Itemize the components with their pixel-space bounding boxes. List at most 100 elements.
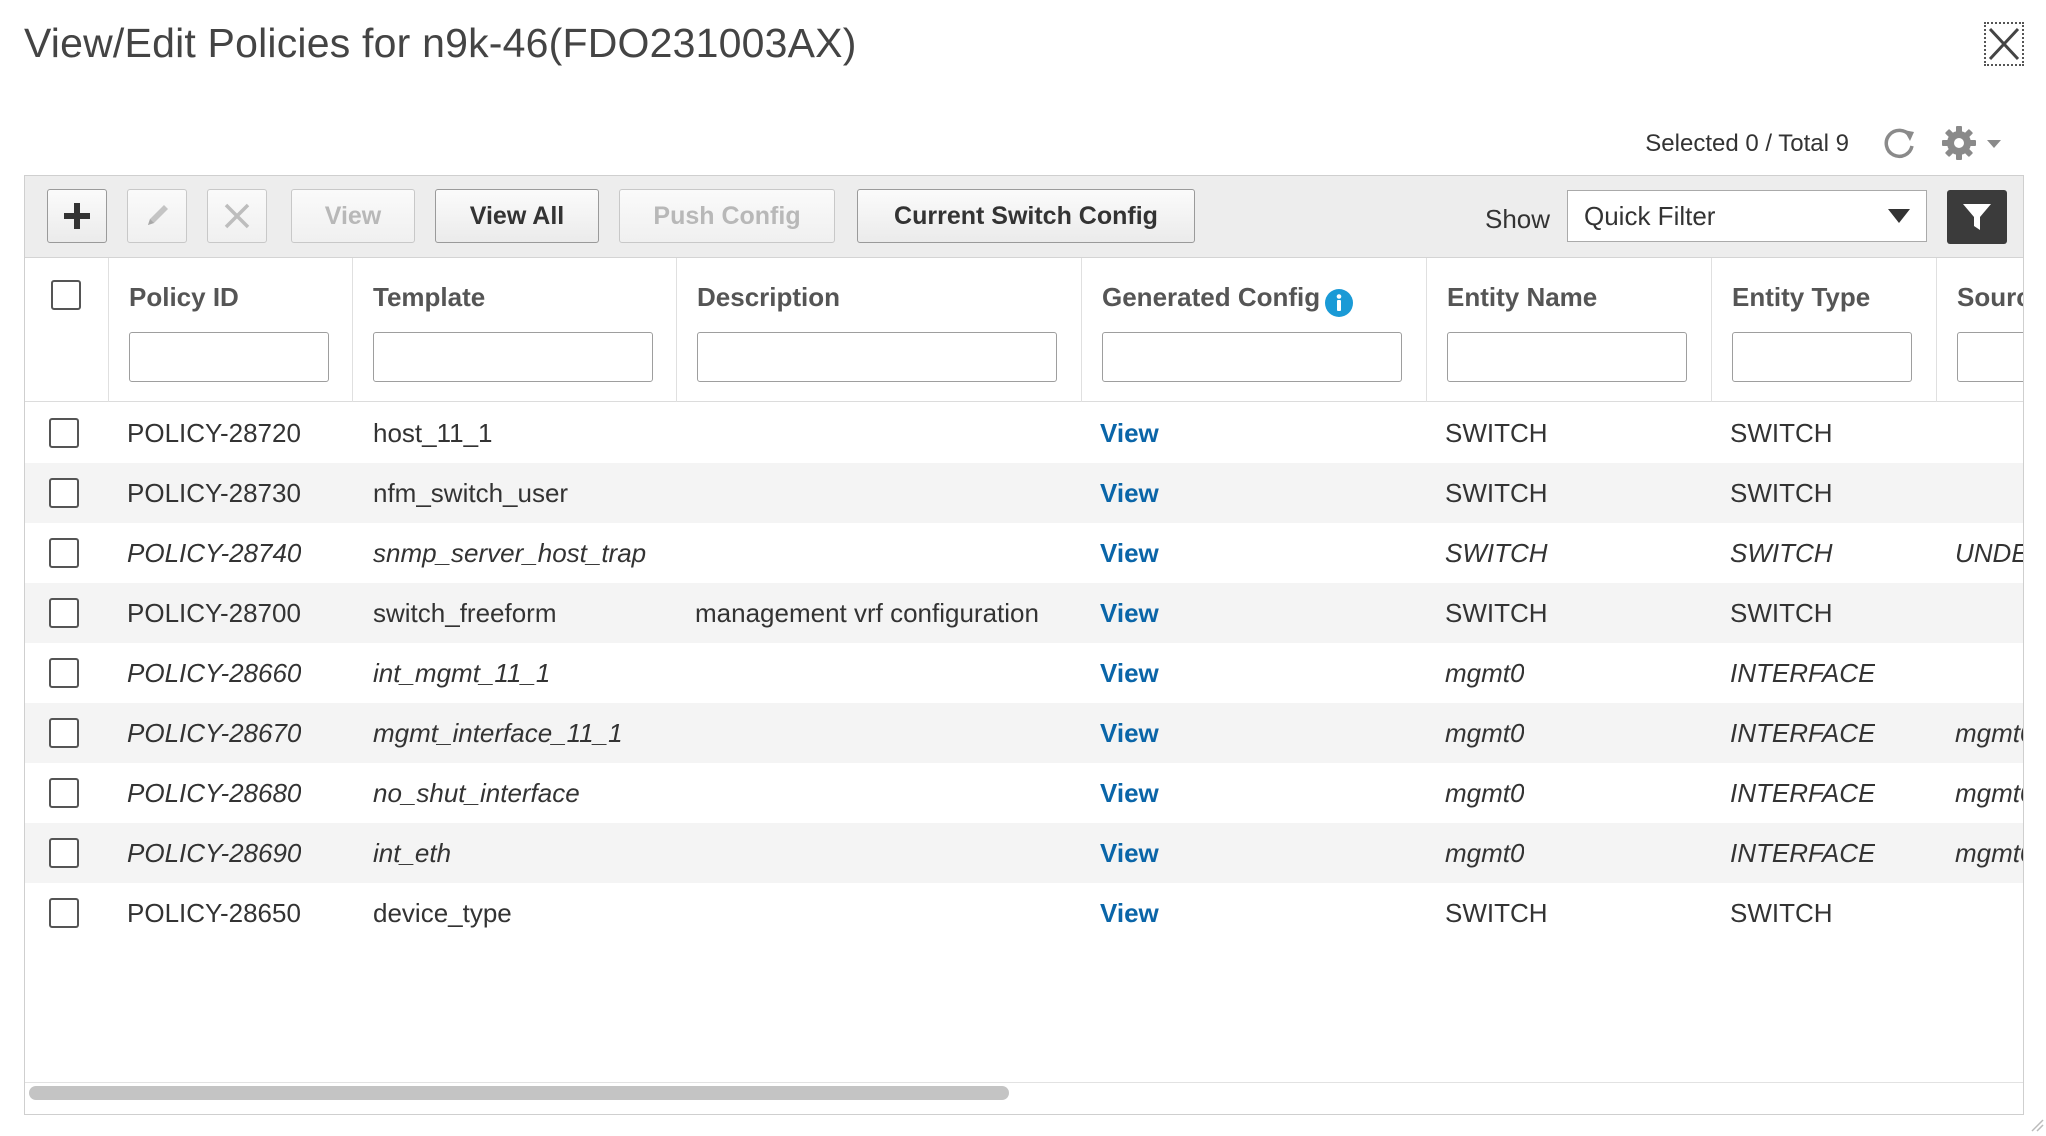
entity-type-cell: SWITCH <box>1730 418 1833 448</box>
source-filter-input[interactable] <box>1957 332 2023 382</box>
row-checkbox[interactable] <box>49 718 79 748</box>
table-row[interactable]: POLICY-28670 mgmt_interface_11_1 View mgmt0… <box>25 703 2023 763</box>
entity-name-cell: SWITCH <box>1445 538 1548 568</box>
generated-config-cell: View <box>1100 643 1159 703</box>
entity-type-cell: INTERFACE <box>1730 838 1876 868</box>
row-checkbox[interactable] <box>49 778 79 808</box>
template-cell: switch_freeform <box>373 598 557 628</box>
quick-filter-select[interactable]: Quick Filter <box>1567 190 1927 242</box>
source-cell: mgmt0 <box>1955 778 2023 808</box>
refresh-icon[interactable] <box>1880 124 1918 162</box>
close-button[interactable] <box>1984 22 2024 66</box>
generated-config-link[interactable]: View <box>1100 718 1159 748</box>
generated-config-link[interactable]: View <box>1100 658 1159 688</box>
policy-id-cell: POLICY-28720 <box>127 418 301 448</box>
row-checkbox[interactable] <box>49 478 79 508</box>
table-body: POLICY-28720 host_11_1 View SWITCH SWITCH POL… <box>25 403 2023 943</box>
delete-policy-button[interactable] <box>207 189 267 243</box>
template-cell: host_11_1 <box>373 418 493 448</box>
generated-config-link[interactable]: View <box>1100 598 1159 628</box>
edit-policy-button[interactable] <box>127 189 187 243</box>
generated-config-link[interactable]: View <box>1100 898 1159 928</box>
generated-config-link[interactable]: View <box>1100 538 1159 568</box>
column-policy-id[interactable]: Policy ID <box>109 258 353 402</box>
template-cell: snmp_server_host_trap <box>373 538 647 568</box>
entity-type-cell: INTERFACE <box>1730 778 1876 808</box>
policy-id-cell: POLICY-28680 <box>127 778 302 808</box>
toolbar: View View All Push Config Current Switch… <box>25 176 2023 258</box>
source-cell: UNDE <box>1955 538 2024 568</box>
generated-config-link[interactable]: View <box>1100 838 1159 868</box>
horizontal-scrollbar[interactable] <box>25 1082 2023 1102</box>
column-label: Template <box>373 282 486 312</box>
generated-config-link[interactable]: View <box>1100 778 1159 808</box>
row-checkbox[interactable] <box>49 418 79 448</box>
select-all-checkbox[interactable] <box>51 280 81 310</box>
table-row[interactable]: POLICY-28680 no_shut_interface View mgmt0 IN… <box>25 763 2023 823</box>
table-row[interactable]: POLICY-28740 snmp_server_host_trap View SWI… <box>25 523 2023 583</box>
push-config-button[interactable]: Push Config <box>619 189 835 243</box>
entity-name-cell: mgmt0 <box>1445 658 1525 688</box>
entity-type-cell: SWITCH <box>1730 898 1833 928</box>
row-checkbox[interactable] <box>49 898 79 928</box>
filter-toggle-button[interactable] <box>1947 190 2007 244</box>
column-template[interactable]: Template <box>353 258 677 402</box>
policies-panel: View View All Push Config Current Switch… <box>24 175 2024 1115</box>
table-row[interactable]: POLICY-28690 int_eth View mgmt0 INTERFACE mgm… <box>25 823 2023 883</box>
template-cell: int_mgmt_11_1 <box>373 658 551 688</box>
table-row[interactable]: POLICY-28650 device_type View SWITCH SWITCH <box>25 883 2023 943</box>
policy-id-cell: POLICY-28690 <box>127 838 302 868</box>
row-checkbox[interactable] <box>49 598 79 628</box>
table-row[interactable]: POLICY-28660 int_mgmt_11_1 View mgmt0 INTERF… <box>25 643 2023 703</box>
source-cell: mgmt0 <box>1955 718 2023 748</box>
view-button[interactable]: View <box>291 189 415 243</box>
generated-config-cell: View <box>1100 523 1159 583</box>
generated-config-cell: View <box>1100 763 1159 823</box>
entity-name-cell: SWITCH <box>1445 418 1548 448</box>
scrollbar-thumb[interactable] <box>29 1086 1009 1100</box>
description-cell: management vrf configuration <box>695 598 1039 628</box>
resize-grip-icon[interactable] <box>2030 1118 2044 1132</box>
selection-summary: Selected 0 / Total 9 <box>1645 130 1849 157</box>
entity-name-cell: mgmt0 <box>1445 718 1525 748</box>
table-row[interactable]: POLICY-28700 switch_freeform management vr… <box>25 583 2023 643</box>
policy-id-filter-input[interactable] <box>129 332 329 382</box>
entity-name-cell: SWITCH <box>1445 478 1548 508</box>
entity-type-filter-input[interactable] <box>1732 332 1912 382</box>
column-entity-name[interactable]: Entity Name <box>1427 258 1712 402</box>
entity-type-cell: INTERFACE <box>1730 658 1876 688</box>
gear-icon[interactable] <box>1940 124 1978 162</box>
row-checkbox[interactable] <box>49 538 79 568</box>
generated-config-link[interactable]: View <box>1100 478 1159 508</box>
row-checkbox[interactable] <box>49 658 79 688</box>
generated-config-filter-input[interactable] <box>1102 332 1402 382</box>
pencil-icon <box>148 205 168 225</box>
column-generated-config[interactable]: Generated Config <box>1082 258 1427 402</box>
entity-name-cell: SWITCH <box>1445 898 1548 928</box>
current-switch-config-button[interactable]: Current Switch Config <box>857 189 1195 243</box>
add-policy-button[interactable] <box>47 189 107 243</box>
close-icon <box>1988 27 2020 61</box>
column-label: Description <box>697 282 841 312</box>
template-cell: nfm_switch_user <box>373 478 569 508</box>
view-all-button[interactable]: View All <box>435 189 599 243</box>
column-description[interactable]: Description <box>677 258 1082 402</box>
info-icon[interactable] <box>1324 288 1354 318</box>
entity-type-cell: SWITCH <box>1730 478 1833 508</box>
source-cell: mgmt0 <box>1955 838 2023 868</box>
generated-config-link[interactable]: View <box>1100 418 1159 448</box>
table-row[interactable]: POLICY-28720 host_11_1 View SWITCH SWITCH <box>25 403 2023 463</box>
table-row[interactable]: POLICY-28730 nfm_switch_user View SWITCH SWI… <box>25 463 2023 523</box>
policy-id-cell: POLICY-28730 <box>127 478 301 508</box>
settings-dropdown-caret[interactable] <box>1984 136 2004 152</box>
column-label: Policy ID <box>129 282 239 312</box>
entity-name-filter-input[interactable] <box>1447 332 1687 382</box>
column-entity-type[interactable]: Entity Type <box>1712 258 1937 402</box>
select-all-header <box>25 258 109 402</box>
description-filter-input[interactable] <box>697 332 1057 382</box>
column-source[interactable]: Sourc <box>1937 258 2023 402</box>
table-header: Policy ID Template Description Generated… <box>25 258 2023 402</box>
policy-id-cell: POLICY-28700 <box>127 598 301 628</box>
row-checkbox[interactable] <box>49 838 79 868</box>
template-filter-input[interactable] <box>373 332 653 382</box>
